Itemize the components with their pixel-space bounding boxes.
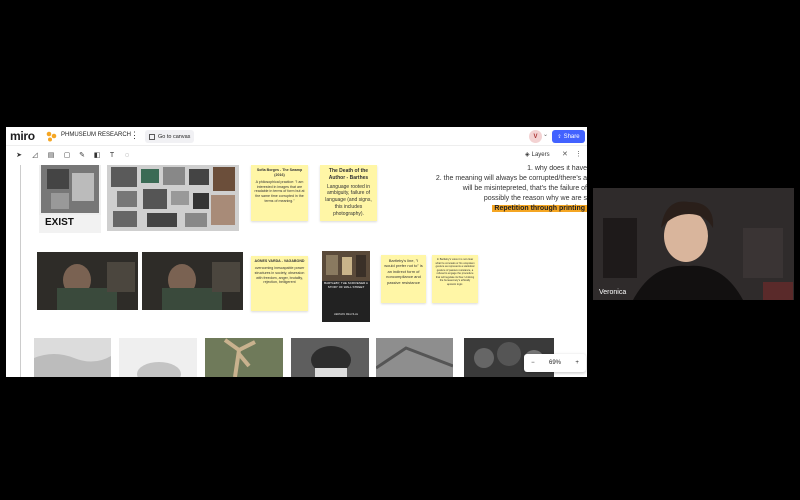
layers-icon: ◈ — [525, 152, 530, 158]
go-to-canvas-button[interactable]: Go to canvas — [145, 130, 195, 143]
note-line-4: possibly the reason why we are s — [483, 195, 587, 202]
zoom-level[interactable]: 69% — [549, 360, 561, 366]
zoom-control: − 69% + — [524, 354, 586, 372]
sticky-body: overcoming inescapable power structures … — [254, 265, 305, 285]
sticky-title: The Death of the Author - Barthes — [328, 168, 369, 181]
share-label: Share — [563, 133, 580, 140]
board-name[interactable]: PHMUSEUM RESEARCH — [61, 132, 131, 138]
note-line-1: 1. why does it have — [527, 165, 587, 172]
note-line-3: will be misintepreted, that's the failur… — [462, 185, 587, 192]
layers-label: Layers — [531, 151, 550, 158]
share-button[interactable]: ⇪ Share — [552, 130, 585, 143]
share-icon: ⇪ — [557, 133, 562, 140]
avatar[interactable]: V — [529, 130, 542, 143]
meeting-stage: miro PHMUSEUM RESEARCH ⋮ Go to canvas V … — [0, 0, 800, 500]
sticky-title: Sofia Borges - The Swamp (2016) — [256, 168, 303, 177]
frame-line — [20, 165, 21, 377]
table-tool-icon[interactable]: ▤ — [46, 150, 56, 160]
chevron-down-icon[interactable]: ⌄ — [543, 131, 548, 138]
book-title: BARTLEBY, THE SCRIVENER A STORY OF WALL … — [324, 281, 368, 289]
miro-logo[interactable]: miro — [10, 129, 35, 143]
comment-tool-icon[interactable]: ◌ — [122, 150, 132, 160]
note-line-2: 2. the meaning will always be corrupted/… — [435, 175, 587, 182]
go-to-canvas-label: Go to canvas — [158, 133, 191, 140]
magic-icon[interactable]: ✕ — [562, 150, 568, 158]
sticky-body: Bartleby's line, "I would prefer not to"… — [384, 258, 423, 285]
board-canvas[interactable]: EXIST Sofia Borges - The Swamp (2016) A … — [6, 165, 587, 377]
sticky-title: AGNES VARDA - VAGABOND — [254, 259, 305, 263]
rock-photo[interactable] — [119, 338, 197, 377]
miro-window: miro PHMUSEUM RESEARCH ⋮ Go to canvas V … — [6, 127, 587, 377]
sticky-note-bartleby-line[interactable]: Bartleby's line, "I would prefer not to"… — [381, 255, 426, 303]
frames-tool-icon[interactable]: ◿ — [30, 150, 40, 160]
layers-button[interactable]: ◈ Layers — [525, 151, 550, 159]
text-tool-icon[interactable]: T — [107, 150, 117, 160]
sticky-body: A philosophical practice: "I am interest… — [254, 179, 305, 204]
more-options-icon[interactable]: ⋮ — [130, 130, 139, 141]
tree-photo[interactable] — [205, 338, 283, 377]
bartleby-book-cover[interactable]: BARTLEBY, THE SCRIVENER A STORY OF WALL … — [322, 251, 370, 322]
texture-photo[interactable] — [376, 338, 453, 377]
exist-label: EXIST — [45, 217, 74, 228]
sticky-note-death-of-author[interactable]: The Death of the Author - Barthes Langua… — [320, 165, 377, 221]
sticky-body: In Bartleby's voice it is not clear what… — [435, 258, 475, 286]
more-vertical-icon[interactable]: ⋮ — [575, 150, 582, 158]
participant-name: Veronica — [599, 289, 627, 296]
wave-photo[interactable] — [34, 338, 111, 377]
select-tool-icon[interactable]: ➤ — [14, 150, 24, 160]
pen-tool-icon[interactable]: ✎ — [77, 150, 87, 160]
sticky-note-agnes-varda[interactable]: AGNES VARDA - VAGABOND overcoming inesca… — [251, 256, 308, 311]
film-still-image-2[interactable] — [142, 252, 243, 310]
webcam-video — [593, 188, 794, 300]
film-still-image-1[interactable] — [37, 252, 138, 310]
miro-header: miro PHMUSEUM RESEARCH ⋮ Go to canvas V … — [6, 127, 587, 146]
shape-tool-icon[interactable]: ▢ — [62, 150, 72, 160]
zoom-in-button[interactable]: + — [575, 360, 579, 366]
webcam-tile[interactable]: Veronica — [593, 188, 794, 300]
highlight-repetition: Repetition through printing — [492, 205, 587, 212]
zoom-out-button[interactable]: − — [531, 360, 535, 366]
sticky-note-bartleby-voice[interactable]: In Bartleby's voice it is not clear what… — [432, 255, 478, 303]
sculpture-photo[interactable] — [291, 338, 369, 377]
sticky-body: Language rooted in ambiguity, failure of… — [325, 183, 372, 217]
exist-collage-image[interactable]: EXIST — [39, 165, 101, 233]
miro-toolbar: ➤ ◿ ▤ ▢ ✎ ◧ T ◌ ◈ Layers ✕ ⋮ — [6, 146, 587, 165]
board-icon — [46, 131, 57, 142]
book-author: HERMAN MELVILLE — [333, 313, 359, 316]
sticky-note-sofia-borges[interactable]: Sofia Borges - The Swamp (2016) A philos… — [251, 165, 308, 221]
sticky-note-tool-icon[interactable]: ◧ — [92, 150, 102, 160]
canvas-icon — [149, 133, 155, 140]
collage-wall-image[interactable] — [107, 165, 239, 231]
